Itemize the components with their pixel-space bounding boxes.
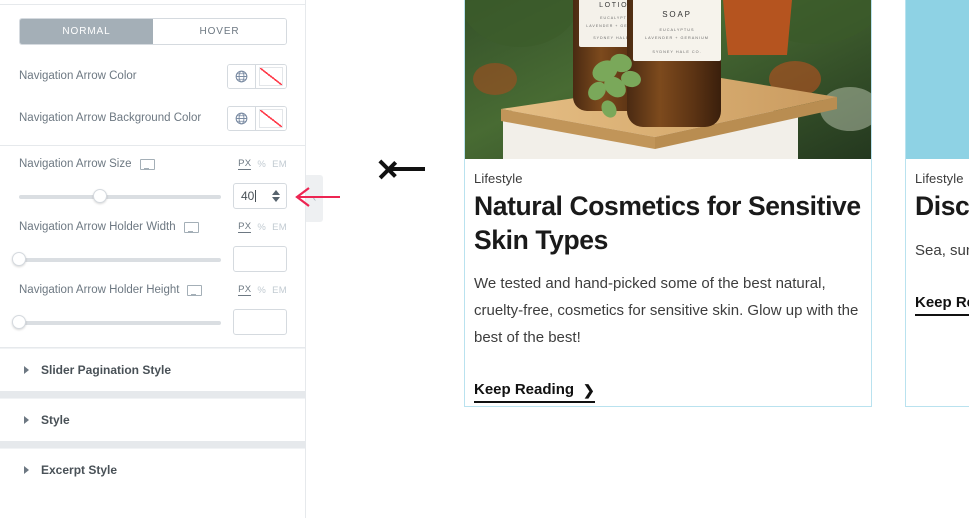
unit-px[interactable]: PX xyxy=(238,158,252,170)
live-preview: LOTION EUCALYPTUS LAVENDER + GERANIUM SY… xyxy=(295,0,969,518)
red-arrow-left-annotation xyxy=(295,187,340,207)
control-navigation-arrow-background-color: Navigation Arrow Background Color xyxy=(0,97,305,139)
slider-thumb[interactable] xyxy=(12,252,26,266)
slider-row: 40 xyxy=(19,183,287,209)
holder-height-slider[interactable] xyxy=(12,314,221,330)
no-color-swatch[interactable] xyxy=(256,106,286,130)
slider-track xyxy=(19,194,221,199)
post-thumbnail: LOTION EUCALYPTUS LAVENDER + GERANIUM SY… xyxy=(465,0,871,159)
control-header: Navigation Arrow Size PX % EM xyxy=(19,158,287,170)
control-navigation-arrow-holder-height: Navigation Arrow Holder Height PX % EM xyxy=(0,272,305,335)
slider-row xyxy=(12,309,287,335)
panel-sections: Slider Pagination Style Style Excerpt St… xyxy=(0,347,305,491)
unit-em[interactable]: EM xyxy=(272,159,287,170)
chevron-right-icon xyxy=(24,466,29,474)
svg-text:EUCALYPTUS: EUCALYPTUS xyxy=(659,28,694,32)
editor-screen: NORMAL HOVER Navigation Arrow Color Navi… xyxy=(0,0,969,518)
svg-text:LAVENDER + GERANIUM: LAVENDER + GERANIUM xyxy=(645,36,709,40)
unit-percent[interactable]: % xyxy=(257,159,266,170)
slider-track xyxy=(19,257,221,262)
desktop-monitor-icon[interactable] xyxy=(139,158,155,170)
color-picker-group xyxy=(227,63,287,89)
stepper-down-icon[interactable] xyxy=(272,197,280,202)
holder-width-number-input[interactable] xyxy=(233,246,287,272)
unit-em[interactable]: EM xyxy=(272,222,287,233)
slider-prev-arrow-icon[interactable] xyxy=(378,150,425,186)
keep-reading-label: Keep Reading xyxy=(915,294,969,312)
control-label: Navigation Arrow Color xyxy=(19,70,137,82)
control-header: Navigation Arrow Holder Width PX % EM xyxy=(19,221,287,233)
keep-reading-label: Keep Reading xyxy=(474,381,575,399)
slider-track xyxy=(19,320,221,325)
elementor-style-panel: NORMAL HOVER Navigation Arrow Color Navi… xyxy=(0,0,306,518)
state-tabs: NORMAL HOVER xyxy=(19,18,287,45)
post-title[interactable]: Discover Summer xyxy=(915,190,969,224)
post-excerpt: We tested and hand-picked some of the be… xyxy=(474,275,859,346)
size-number-input[interactable]: 40 xyxy=(233,183,287,209)
section-slider-pagination-style[interactable]: Slider Pagination Style xyxy=(0,348,305,391)
unit-selector: PX % EM xyxy=(238,158,287,170)
unit-em[interactable]: EM xyxy=(272,285,287,296)
tab-hover[interactable]: HOVER xyxy=(153,19,286,44)
svg-text:SOAP: SOAP xyxy=(662,10,691,19)
chevron-right-icon xyxy=(24,416,29,424)
text-cursor xyxy=(255,190,257,202)
post-content: Lifestyle Discover Summer Sea, sun, See … xyxy=(906,159,969,319)
post-thumbnail xyxy=(906,0,969,159)
post-card[interactable]: LOTION EUCALYPTUS LAVENDER + GERANIUM SY… xyxy=(464,0,872,408)
section-title: Slider Pagination Style xyxy=(41,363,172,377)
size-slider[interactable] xyxy=(19,188,221,204)
globe-icon[interactable] xyxy=(228,106,256,130)
post-category[interactable]: Lifestyle xyxy=(474,171,862,186)
panel-content: NORMAL HOVER Navigation Arrow Color Navi… xyxy=(0,5,305,498)
unit-selector: PX % EM xyxy=(238,221,287,233)
post-category[interactable]: Lifestyle xyxy=(915,171,969,186)
holder-height-number-input[interactable] xyxy=(233,309,287,335)
section-title: Excerpt Style xyxy=(41,463,118,477)
slider-thumb[interactable] xyxy=(12,315,26,329)
unit-percent[interactable]: % xyxy=(257,285,266,296)
number-stepper[interactable] xyxy=(272,190,280,202)
control-navigation-arrow-size: Navigation Arrow Size PX % EM 40 xyxy=(0,146,305,209)
post-card[interactable]: Lifestyle Discover Summer Sea, sun, See … xyxy=(905,0,969,408)
control-label: Navigation Arrow Background Color xyxy=(19,112,202,124)
section-title: Style xyxy=(41,413,70,427)
unit-percent[interactable]: % xyxy=(257,222,266,233)
chevron-right-icon: ❯ xyxy=(583,381,595,398)
desktop-monitor-icon[interactable] xyxy=(183,221,199,233)
chevron-right-icon xyxy=(24,366,29,374)
stepper-up-icon[interactable] xyxy=(272,190,280,195)
unit-selector: PX % EM xyxy=(238,284,287,296)
post-excerpt: Sea, sun, See our e destinati xyxy=(915,241,969,259)
post-title[interactable]: Natural Cosmetics for Sensitive Skin Typ… xyxy=(474,190,862,257)
unit-px[interactable]: PX xyxy=(238,221,252,233)
slider-thumb[interactable] xyxy=(92,189,107,203)
control-label: Navigation Arrow Holder Height xyxy=(19,284,180,296)
control-navigation-arrow-color: Navigation Arrow Color xyxy=(0,55,305,97)
tab-normal[interactable]: NORMAL xyxy=(20,19,153,44)
control-navigation-arrow-holder-width: Navigation Arrow Holder Width PX % EM xyxy=(0,209,305,272)
posts-slider: LOTION EUCALYPTUS LAVENDER + GERANIUM SY… xyxy=(464,0,969,408)
no-color-swatch[interactable] xyxy=(256,64,286,88)
section-style[interactable]: Style xyxy=(0,398,305,441)
post-content: Lifestyle Natural Cosmetics for Sensitiv… xyxy=(465,159,871,406)
control-label: Navigation Arrow Size xyxy=(19,158,132,170)
globe-icon[interactable] xyxy=(228,64,256,88)
unit-px[interactable]: PX xyxy=(238,284,252,296)
size-value: 40 xyxy=(241,189,255,203)
keep-reading-link[interactable]: Keep Reading ❯ xyxy=(915,294,969,317)
slider-row xyxy=(12,246,287,272)
svg-text:SYDNEY HALE CO.: SYDNEY HALE CO. xyxy=(652,50,701,54)
color-picker-group xyxy=(227,105,287,131)
desktop-monitor-icon[interactable] xyxy=(187,284,203,296)
control-header: Navigation Arrow Holder Height PX % EM xyxy=(19,284,287,296)
control-label: Navigation Arrow Holder Width xyxy=(19,221,176,233)
holder-width-slider[interactable] xyxy=(12,251,221,267)
section-excerpt-style[interactable]: Excerpt Style xyxy=(0,448,305,491)
keep-reading-link[interactable]: Keep Reading ❯ xyxy=(474,381,595,404)
